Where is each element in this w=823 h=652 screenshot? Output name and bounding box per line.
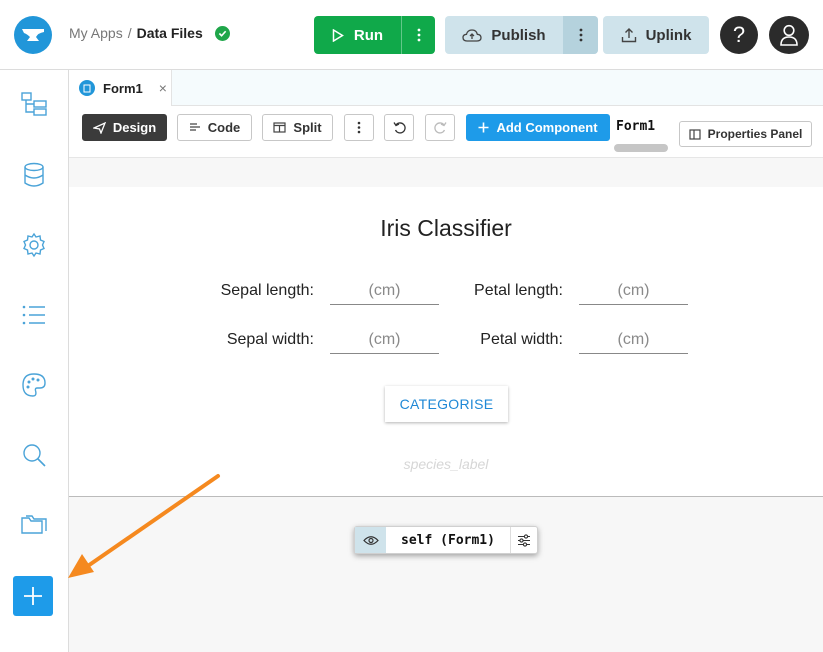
database-icon[interactable] — [20, 161, 48, 189]
sepal-width-input[interactable]: (cm) — [330, 326, 439, 354]
design-label: Design — [112, 120, 157, 135]
settings-icon[interactable] — [20, 231, 48, 259]
add-component-button[interactable]: Add Component — [466, 114, 610, 141]
form-title[interactable]: Iris Classifier — [69, 215, 823, 242]
uplink-label: Uplink — [645, 26, 692, 44]
split-label: Split — [293, 120, 322, 135]
split-button[interactable]: Split — [262, 114, 333, 141]
properties-panel-button[interactable]: Properties Panel — [679, 121, 812, 147]
send-icon — [92, 121, 106, 134]
run-options-button[interactable] — [401, 16, 435, 54]
help-label: ? — [732, 22, 746, 47]
undo-icon — [392, 122, 406, 134]
tab-form1[interactable]: Form1 × — [69, 70, 172, 106]
selected-component-name[interactable]: self (Form1) — [386, 527, 510, 553]
sepal-length-label[interactable]: Sepal length: — [189, 282, 314, 300]
tab-label: Form1 — [103, 80, 143, 96]
upload-icon — [621, 27, 636, 42]
visibility-toggle[interactable] — [355, 527, 386, 553]
panel-icon — [689, 128, 701, 140]
annotation-arrow-icon — [68, 474, 220, 578]
play-icon — [332, 28, 344, 42]
run-label: Run — [353, 26, 384, 44]
list-icon[interactable] — [20, 301, 48, 329]
current-form-name: Form1 — [616, 119, 656, 134]
eye-icon — [362, 535, 379, 545]
design-button[interactable]: Design — [82, 114, 167, 141]
breadcrumb-my-apps[interactable]: My Apps — [69, 25, 123, 41]
publish-button-group: Publish — [445, 16, 598, 54]
split-icon — [273, 122, 287, 133]
more-vertical-icon — [357, 121, 361, 134]
editor-tab-bar: Form1 × — [69, 70, 823, 106]
toolbar-scrollbar[interactable] — [614, 144, 668, 152]
form-file-icon — [79, 80, 95, 96]
properties-panel-label: Properties Panel — [707, 127, 803, 141]
categorise-button[interactable]: CATEGORISE — [385, 386, 508, 422]
search-icon[interactable] — [20, 441, 48, 469]
undo-button[interactable] — [384, 114, 414, 141]
cloud-upload-icon — [462, 29, 483, 42]
sepal-length-input[interactable]: (cm) — [330, 277, 439, 305]
tab-close-icon[interactable]: × — [159, 80, 167, 96]
plus-icon — [24, 587, 42, 605]
saved-check-icon — [214, 25, 230, 41]
top-bar: My Apps / Data Files Run Publish Uplink … — [0, 0, 823, 70]
app-tree-icon[interactable] — [20, 90, 48, 118]
user-account-button[interactable] — [769, 16, 809, 54]
more-vertical-icon — [579, 28, 582, 42]
anvil-logo-icon[interactable] — [14, 16, 52, 54]
petal-length-label[interactable]: Petal length: — [438, 282, 563, 300]
publish-button[interactable]: Publish — [445, 16, 563, 54]
breadcrumb: My Apps / Data Files — [69, 25, 230, 41]
add-button[interactable] — [13, 576, 53, 616]
designer-toolbar: Design Code Split Add Component Form1 Pr… — [69, 106, 823, 158]
left-sidebar — [0, 70, 69, 652]
user-icon — [780, 24, 798, 46]
redo-button[interactable] — [425, 114, 455, 141]
petal-length-input[interactable]: (cm) — [579, 277, 688, 305]
redo-icon — [433, 122, 447, 134]
publish-label: Publish — [491, 26, 546, 44]
breadcrumb-separator: / — [127, 25, 132, 41]
petal-width-label[interactable]: Petal width: — [438, 331, 563, 349]
plus-icon — [478, 122, 489, 133]
sliders-icon — [518, 533, 530, 547]
uplink-button[interactable]: Uplink — [603, 16, 709, 54]
component-selector: self (Form1) — [354, 526, 538, 554]
code-lines-icon — [189, 122, 200, 131]
palette-icon[interactable] — [20, 371, 48, 399]
run-button-group: Run — [314, 16, 435, 54]
add-component-label: Add Component — [496, 120, 598, 135]
folder-icon[interactable] — [20, 511, 48, 539]
code-label: Code — [207, 120, 241, 135]
more-options-button[interactable] — [344, 114, 374, 141]
run-button[interactable]: Run — [314, 16, 401, 54]
publish-options-button[interactable] — [563, 16, 598, 54]
code-button[interactable]: Code — [177, 114, 252, 141]
component-settings-button[interactable] — [510, 527, 537, 553]
app-name[interactable]: Data Files — [137, 25, 203, 41]
help-button[interactable]: ? — [720, 16, 758, 54]
form-preview: Iris Classifier Sepal length: (cm) Petal… — [69, 187, 823, 497]
more-vertical-icon — [417, 28, 420, 42]
sepal-width-label[interactable]: Sepal width: — [189, 331, 314, 349]
petal-width-input[interactable]: (cm) — [579, 326, 688, 354]
